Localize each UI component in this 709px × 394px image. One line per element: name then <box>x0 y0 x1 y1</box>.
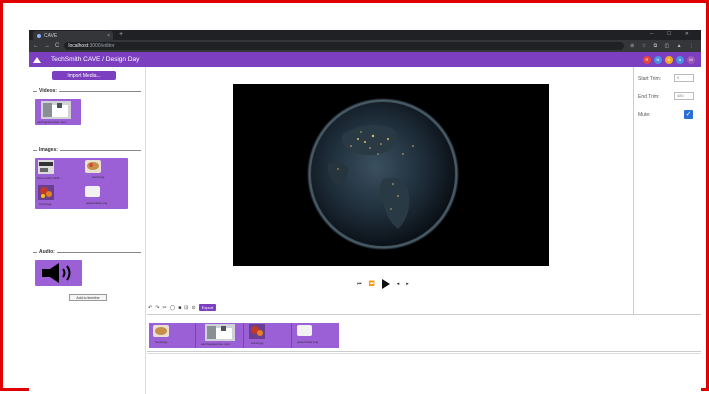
clip-caption: earthquakevideo.mp4 <box>201 342 230 346</box>
skip-back-icon[interactable]: ⏮ <box>357 281 362 287</box>
editor: Import Media... Videos: earthquakevideo.… <box>29 67 701 394</box>
tab-close-icon[interactable]: × <box>107 33 110 39</box>
video-caption: earthquakevideo.mp4 <box>37 120 66 124</box>
app-header: TechSmith CAVE / Design Day RNKAM <box>29 52 701 67</box>
timeline-track: food2.jpg earthquakevideo.mp4 food3.jpg … <box>149 323 339 348</box>
back-icon[interactable]: ← <box>33 43 39 49</box>
edit-toolbar: ↶ ↷ ✂ ◯ ■ ⊡ ⊙ Export <box>148 304 217 311</box>
step-forward-icon[interactable]: ▸ <box>406 281 409 287</box>
image-caption: food3.jpg <box>39 202 52 206</box>
delete-icon[interactable]: ■ <box>178 305 181 311</box>
videos-section-header: Videos: <box>33 88 141 94</box>
image-item[interactable]: food3.jpg <box>35 184 81 209</box>
mute-label: Mute: <box>638 112 651 118</box>
browser-extension-icons[interactable]: ⊘ ☆ ⧉ ◫ ▲ ⋮ <box>630 43 697 49</box>
properties-panel: Start Trim: 0 End Trim: 480 Mute: ✓ <box>633 67 701 314</box>
avatar[interactable]: R <box>643 55 651 64</box>
audio-item[interactable] <box>35 260 82 286</box>
clip-caption: food2.jpg <box>155 340 168 344</box>
image-caption: food2.jpg <box>92 175 105 179</box>
avatar[interactable]: M <box>687 55 695 64</box>
window-controls[interactable]: ─ ☐ ✕ <box>650 31 695 37</box>
clip-thumbnail <box>249 324 265 339</box>
browser-window: CAVE × + ─ ☐ ✕ ← → C localhost:3000/edit… <box>29 30 701 394</box>
start-trim-label: Start Trim: <box>638 76 662 82</box>
avatar[interactable]: A <box>676 55 684 64</box>
reload-icon[interactable]: C <box>55 43 59 49</box>
media-sidebar: Import Media... Videos: earthquakevideo.… <box>29 67 146 394</box>
timeline-clip[interactable]: food3.jpg <box>245 323 292 348</box>
video-frame-earth <box>233 84 549 266</box>
logo-icon[interactable] <box>33 56 41 63</box>
image-caption: Screenshot 2021... <box>37 176 63 180</box>
video-item[interactable]: earthquakevideo.mp4 <box>35 99 81 125</box>
images-grid: Screenshot 2021... food2.jpg food3.jpg p… <box>35 158 128 209</box>
timeline-clip[interactable]: placeholder.png <box>293 323 339 348</box>
collaborator-avatars: RNKAM <box>643 55 701 64</box>
speaker-icon <box>42 263 71 283</box>
player-controls: ⏮ ⏪ ◂ ▸ <box>357 279 409 289</box>
audio-label: Audio: <box>39 249 55 255</box>
timeline: food2.jpg earthquakevideo.mp4 food3.jpg … <box>147 314 701 352</box>
image-thumbnail <box>38 160 54 174</box>
timeline-clip[interactable]: earthquakevideo.mp4 <box>197 323 244 348</box>
export-button[interactable]: Export <box>198 304 217 311</box>
page-title: TechSmith CAVE / Design Day <box>51 56 140 63</box>
browser-tab[interactable]: CAVE × <box>33 31 113 40</box>
images-label: Images: <box>39 147 58 153</box>
images-section-header: Images: <box>33 147 141 153</box>
rewind-icon[interactable]: ⏪ <box>369 281 375 287</box>
bottom-panel <box>147 353 701 394</box>
avatar[interactable]: K <box>665 55 673 64</box>
clip-thumbnail <box>297 325 312 336</box>
end-trim-input[interactable]: 480 <box>674 92 694 100</box>
image-thumbnail <box>85 160 101 173</box>
camera-icon[interactable]: ⊙ <box>191 305 195 311</box>
image-thumbnail <box>85 186 100 197</box>
circle-icon[interactable]: ◯ <box>170 305 176 311</box>
new-tab-button[interactable]: + <box>119 31 123 39</box>
play-icon[interactable] <box>381 279 390 289</box>
image-item[interactable]: Screenshot 2021... <box>35 158 81 183</box>
video-player[interactable] <box>233 84 549 266</box>
url-path: :3000/editor <box>88 43 115 49</box>
screenshot-frame: CAVE × + ─ ☐ ✕ ← → C localhost:3000/edit… <box>0 0 709 394</box>
redo-icon[interactable]: ↷ <box>155 305 159 311</box>
clip-thumbnail <box>205 324 235 341</box>
browser-toolbar: ← → C localhost:3000/editor ⊘ ☆ ⧉ ◫ ▲ ⋮ <box>29 40 701 52</box>
image-thumbnail <box>38 185 54 200</box>
audio-section-header: Audio: <box>33 249 141 255</box>
import-media-button[interactable]: Import Media... <box>52 71 116 80</box>
image-item[interactable]: food2.jpg <box>82 158 128 183</box>
tab-title: CAVE <box>44 32 58 39</box>
undo-icon[interactable]: ↶ <box>148 305 152 311</box>
clip-caption: placeholder.png <box>297 340 319 344</box>
image-caption: placeholder.png <box>86 201 108 205</box>
address-bar[interactable]: localhost:3000/editor <box>64 42 625 50</box>
start-trim-input[interactable]: 0 <box>674 74 694 82</box>
tab-favicon-icon <box>37 33 41 38</box>
cut-icon[interactable]: ✂ <box>162 305 166 311</box>
videos-label: Videos: <box>39 88 57 94</box>
add-to-timeline-button[interactable]: Add to timeline <box>69 294 107 301</box>
browser-tabbar: CAVE × + ─ ☐ ✕ <box>29 30 701 40</box>
forward-icon[interactable]: → <box>44 43 50 49</box>
clip-thumbnail <box>153 325 169 337</box>
avatar[interactable]: N <box>654 55 662 64</box>
clip-caption: food3.jpg <box>251 341 264 345</box>
step-back-icon[interactable]: ◂ <box>397 281 400 287</box>
timeline-clip[interactable]: food2.jpg <box>149 323 196 348</box>
image-item[interactable]: placeholder.png <box>82 184 128 209</box>
url-host: localhost <box>68 43 89 49</box>
end-trim-label: End Trim: <box>638 94 660 100</box>
video-thumbnail <box>41 101 71 119</box>
crop-icon[interactable]: ⊡ <box>184 305 188 311</box>
mute-checkbox[interactable]: ✓ <box>684 110 693 119</box>
